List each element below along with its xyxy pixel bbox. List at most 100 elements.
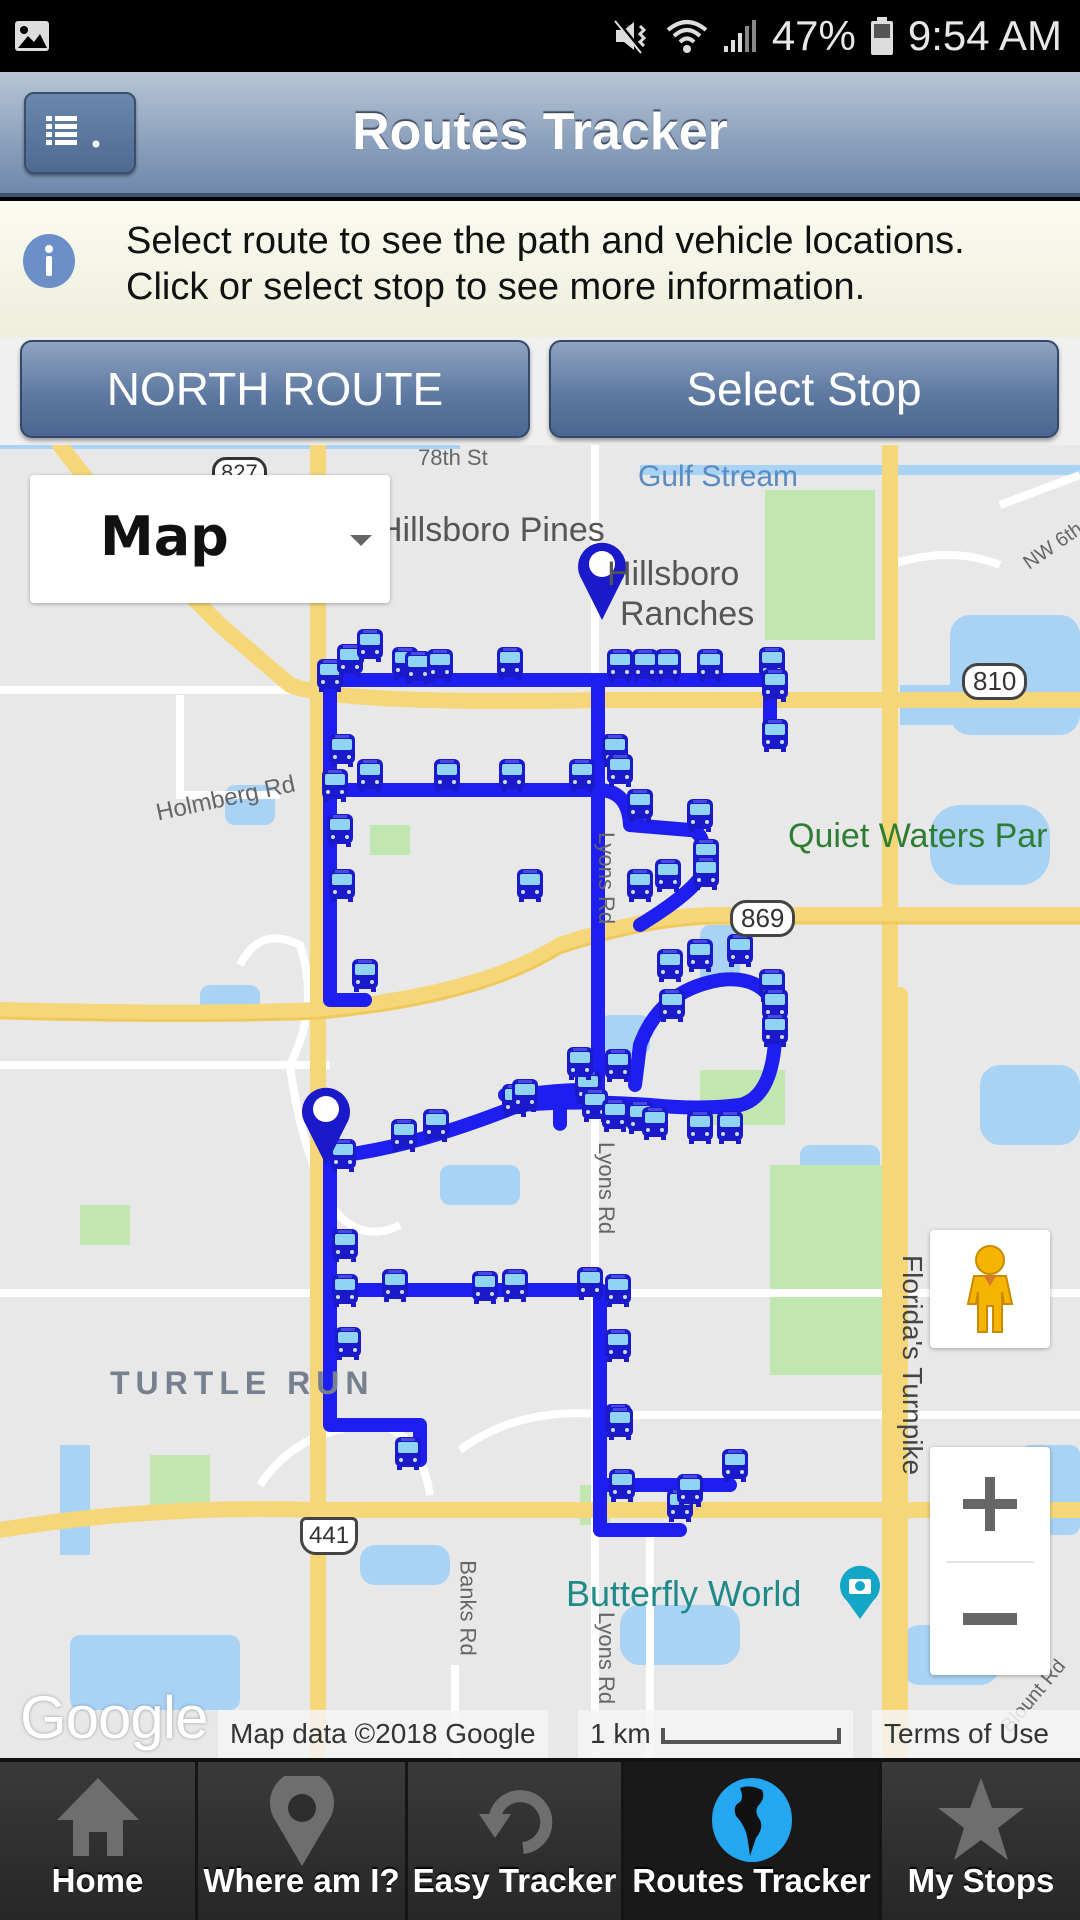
- bus-marker[interactable]: [607, 754, 633, 787]
- label-turtle-run: TURTLE RUN: [110, 1365, 375, 1401]
- bus-marker[interactable]: [605, 1329, 631, 1362]
- map-type-dropdown[interactable]: Map: [30, 475, 390, 603]
- bus-marker[interactable]: [602, 1099, 628, 1132]
- bus-marker[interactable]: [655, 859, 681, 892]
- bus-marker[interactable]: [517, 869, 543, 902]
- map-type-value: Map: [100, 505, 229, 568]
- stop-select-button[interactable]: Select Stop: [549, 340, 1059, 438]
- scale-bar: [660, 1727, 841, 1744]
- bus-marker[interactable]: [322, 769, 348, 802]
- bus-marker[interactable]: [427, 649, 453, 682]
- zoom-control: [930, 1447, 1050, 1675]
- mute-vibrate-icon: [614, 18, 646, 54]
- map-canvas[interactable]: [0, 445, 1080, 1758]
- nav-easy-tracker[interactable]: Easy Tracker: [408, 1762, 624, 1920]
- bus-marker[interactable]: [329, 869, 355, 902]
- bus-marker[interactable]: [627, 789, 653, 822]
- nav-routes-tracker[interactable]: Routes Tracker: [624, 1762, 882, 1920]
- bus-marker[interactable]: [607, 1407, 633, 1440]
- map-scale: 1 km: [578, 1710, 853, 1758]
- bus-marker[interactable]: [677, 1474, 703, 1507]
- bus-marker[interactable]: [329, 734, 355, 767]
- nav-my-stops[interactable]: My Stops: [882, 1762, 1080, 1920]
- clock: 9:54 AM: [907, 12, 1062, 59]
- bus-marker[interactable]: [395, 1437, 421, 1470]
- bus-marker[interactable]: [567, 1047, 593, 1080]
- bus-marker[interactable]: [605, 1049, 631, 1082]
- bus-marker[interactable]: [687, 939, 713, 972]
- info-icon: [23, 234, 75, 288]
- bus-marker[interactable]: [577, 1267, 603, 1300]
- bus-marker[interactable]: [762, 719, 788, 752]
- terms-of-use-link[interactable]: Terms of Use: [872, 1710, 1080, 1758]
- bus-marker[interactable]: [697, 649, 723, 682]
- bus-marker[interactable]: [357, 629, 383, 662]
- bus-marker[interactable]: [332, 1274, 358, 1307]
- bus-marker[interactable]: [609, 1469, 635, 1502]
- app-header: Routes Tracker: [0, 72, 1080, 197]
- bus-marker[interactable]: [642, 1107, 668, 1140]
- bus-marker[interactable]: [434, 759, 460, 792]
- shield-869: 869: [730, 900, 796, 937]
- label-lyons-rd-2: Lyons Rd: [594, 1141, 620, 1235]
- nav-easy-tracker-label: Easy Tracker: [412, 1862, 617, 1899]
- bus-marker[interactable]: [687, 799, 713, 832]
- bus-marker[interactable]: [391, 1119, 417, 1152]
- bus-marker[interactable]: [472, 1271, 498, 1304]
- label-lyons-rd-3: Lyons Rd: [594, 1611, 620, 1705]
- bus-marker[interactable]: [717, 1111, 743, 1144]
- bus-marker[interactable]: [512, 1079, 538, 1112]
- globe-icon: [711, 1778, 792, 1862]
- bottom-navigation: Home Where am I? Easy Tracker Routes Tra…: [0, 1758, 1080, 1920]
- bus-marker[interactable]: [423, 1109, 449, 1142]
- bus-marker[interactable]: [762, 1014, 788, 1047]
- status-bar: 47% 9:54 AM: [0, 0, 1080, 72]
- map-view[interactable]: Hillsboro Pines Hillsboro Ranches Gulf S…: [0, 445, 1080, 1758]
- star-icon: [938, 1778, 1024, 1860]
- label-78th-st: 78th St: [418, 445, 488, 470]
- label-gulf-stream: Gulf Stream: [638, 460, 799, 493]
- info-line-2: Click or select stop to see more informa…: [126, 266, 866, 308]
- bus-marker[interactable]: [687, 1111, 713, 1144]
- bus-marker[interactable]: [605, 1274, 631, 1307]
- dropdown-caret-icon: [350, 535, 372, 546]
- bus-marker[interactable]: [632, 649, 658, 682]
- bus-marker[interactable]: [655, 649, 681, 682]
- bus-marker[interactable]: [607, 649, 633, 682]
- wifi-icon: [666, 20, 708, 53]
- route-select-button[interactable]: NORTH ROUTE: [20, 340, 530, 438]
- info-line-1: Select route to see the path and vehicle…: [126, 220, 965, 262]
- bus-marker[interactable]: [722, 1449, 748, 1482]
- bus-marker[interactable]: [497, 647, 523, 680]
- nav-where-am-i-label: Where am I?: [203, 1862, 400, 1899]
- bus-marker[interactable]: [693, 857, 719, 890]
- bus-marker[interactable]: [762, 669, 788, 702]
- nav-where-am-i[interactable]: Where am I?: [198, 1762, 408, 1920]
- bus-marker[interactable]: [727, 934, 753, 967]
- street-view-pegman-button[interactable]: [930, 1230, 1050, 1348]
- bus-marker[interactable]: [327, 814, 353, 847]
- bus-marker[interactable]: [335, 1327, 361, 1360]
- nav-home[interactable]: Home: [0, 1762, 198, 1920]
- bus-marker[interactable]: [657, 949, 683, 982]
- label-banks-rd: Banks Rd: [455, 1560, 481, 1656]
- zoom-in-button[interactable]: [930, 1447, 1050, 1561]
- bus-marker[interactable]: [357, 759, 383, 792]
- bus-marker[interactable]: [352, 959, 378, 992]
- bus-marker[interactable]: [382, 1269, 408, 1302]
- label-hillsboro-ranches-1: Hillsboro: [607, 555, 740, 593]
- attraction-camera-icon: [840, 1565, 880, 1619]
- label-quiet-waters: Quiet Waters Par: [788, 817, 1048, 855]
- location-pin-icon: [269, 1776, 334, 1866]
- bus-marker[interactable]: [569, 759, 595, 792]
- zoom-out-button[interactable]: [930, 1563, 1050, 1675]
- page-title: Routes Tracker: [352, 103, 728, 161]
- bus-marker[interactable]: [332, 1229, 358, 1262]
- plus-icon: [963, 1477, 1017, 1531]
- bus-marker[interactable]: [627, 869, 653, 902]
- bus-marker[interactable]: [502, 1269, 528, 1302]
- info-banner: Select route to see the path and vehicle…: [0, 201, 1080, 337]
- bus-marker[interactable]: [659, 989, 685, 1022]
- refresh-arrow-icon: [478, 1790, 552, 1854]
- bus-marker[interactable]: [499, 759, 525, 792]
